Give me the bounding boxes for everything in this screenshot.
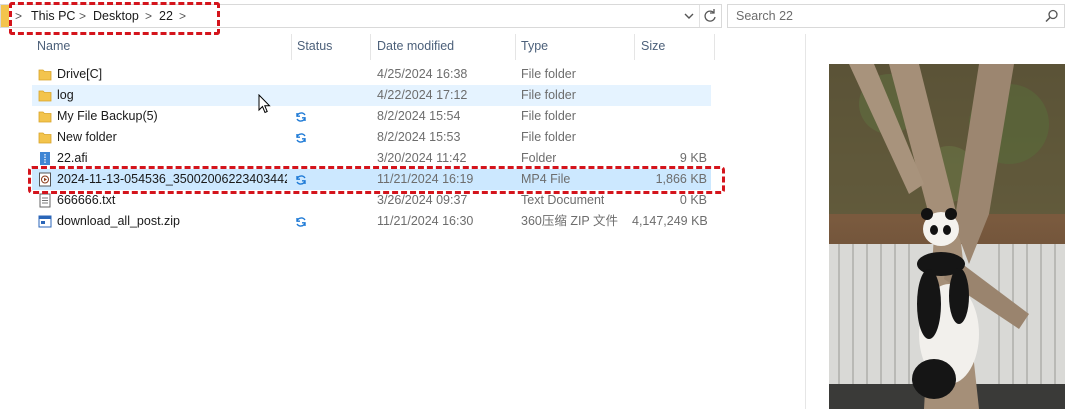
folder-icon — [38, 132, 52, 144]
file-row[interactable]: log 4/22/2024 17:12 File folder — [32, 85, 711, 106]
column-header-size[interactable]: Size — [641, 34, 665, 58]
file-type: File folder — [521, 88, 576, 102]
file-size — [632, 127, 707, 148]
file-type: File folder — [521, 109, 576, 123]
column-divider[interactable] — [370, 34, 371, 60]
column-header-type[interactable]: Type — [521, 34, 548, 58]
file-row[interactable]: New folder 8/2/2024 15:53 File folder — [32, 127, 711, 148]
folder-icon — [38, 90, 52, 102]
address-highlight-annotation — [9, 2, 220, 35]
file-date-modified: 8/2/2024 15:54 — [377, 109, 461, 123]
file-type: File folder — [521, 67, 576, 81]
file-type: 360压缩 ZIP 文件 — [521, 214, 619, 228]
file-name: New folder — [57, 130, 117, 144]
file-row[interactable]: My File Backup(5) 8/2/2024 15:54 File fold… — [32, 106, 711, 127]
folder-icon — [38, 69, 52, 81]
column-divider[interactable] — [291, 34, 292, 60]
column-header-name[interactable]: Name — [37, 34, 70, 58]
preview-pane-divider[interactable] — [805, 34, 806, 409]
file-size — [632, 85, 707, 106]
file-size — [632, 106, 707, 127]
file-row[interactable]: download_all_post.zip 11/21/2024 16:30 360… — [32, 211, 711, 232]
zip-file-icon — [38, 215, 52, 228]
search-input[interactable]: Search 22 — [727, 4, 1065, 28]
folder-icon — [38, 111, 52, 123]
column-divider[interactable] — [714, 34, 715, 60]
column-divider[interactable] — [634, 34, 635, 60]
search-icon[interactable] — [1044, 8, 1060, 24]
mouse-cursor-icon — [258, 94, 271, 114]
column-header-date-modified[interactable]: Date modified — [377, 34, 454, 58]
file-date-modified: 4/25/2024 16:38 — [377, 67, 468, 81]
folder-icon — [1, 5, 9, 27]
file-date-modified: 11/21/2024 16:30 — [377, 214, 474, 228]
column-header-status[interactable]: Status — [297, 34, 332, 58]
selected-file-highlight-annotation — [28, 166, 725, 194]
column-divider[interactable] — [515, 34, 516, 60]
sync-icon — [296, 133, 306, 143]
file-row[interactable]: Drive[C] 4/25/2024 16:38 File folder — [32, 64, 711, 85]
preview-pane — [829, 64, 1065, 409]
sync-icon — [296, 112, 306, 122]
afi-file-icon — [40, 152, 50, 165]
file-name: Drive[C] — [57, 67, 103, 81]
chevron-down-icon[interactable] — [683, 5, 695, 27]
address-history-dropdown[interactable] — [683, 5, 695, 27]
panda-preview-image — [829, 64, 1065, 409]
search-placeholder: Search 22 — [736, 9, 793, 23]
file-name: log — [57, 88, 74, 102]
refresh-icon — [704, 9, 716, 22]
text-file-icon — [39, 193, 51, 208]
refresh-button[interactable] — [699, 5, 720, 27]
file-date-modified: 4/22/2024 17:12 — [377, 88, 468, 102]
file-type: File folder — [521, 130, 576, 144]
file-date-modified: 8/2/2024 15:53 — [377, 130, 461, 144]
file-size: 4,147,249 KB — [632, 214, 707, 228]
file-size — [632, 64, 707, 85]
file-name: My File Backup(5) — [57, 109, 158, 123]
file-name: download_all_post.zip — [57, 214, 181, 228]
sync-icon — [296, 217, 306, 227]
